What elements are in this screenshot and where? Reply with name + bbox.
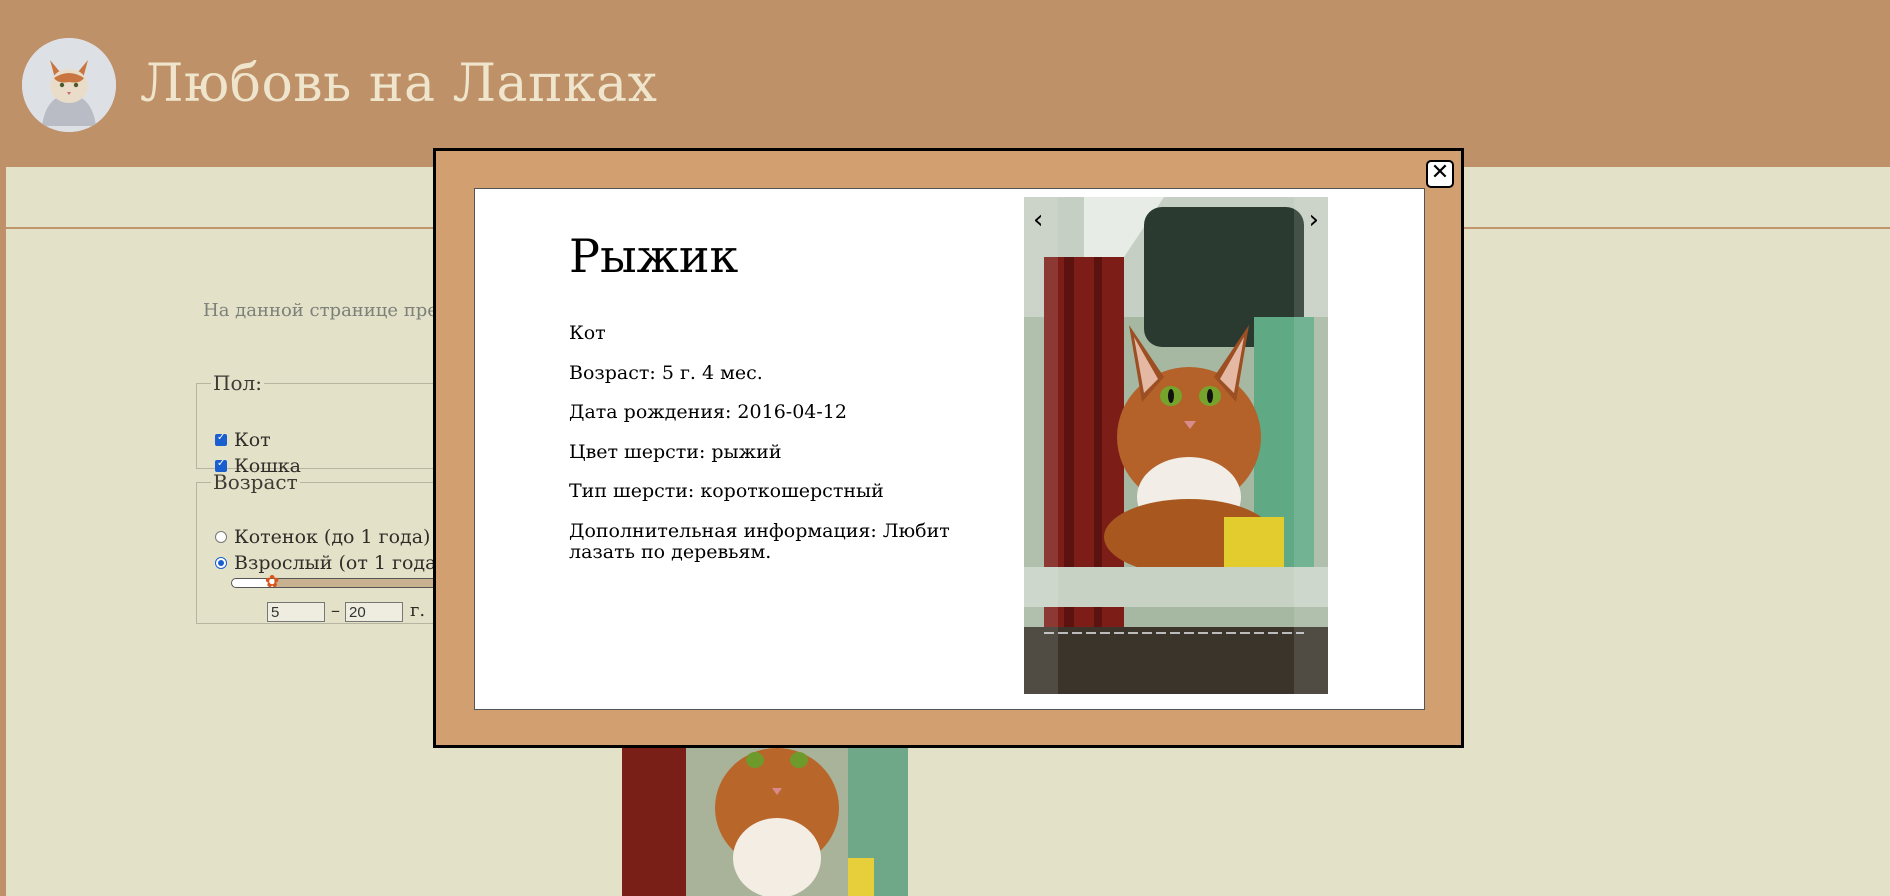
- cat-photo-carousel[interactable]: ‹ ›: [1024, 197, 1328, 694]
- site-header: Любовь на Лапках: [0, 0, 1890, 167]
- checkbox-male[interactable]: [215, 432, 227, 446]
- age-option-kitten-label: Котенок (до 1 года): [234, 526, 431, 548]
- cat-portrait-logo-icon[interactable]: [22, 38, 116, 132]
- radio-kitten[interactable]: [215, 531, 227, 543]
- paw-thumb-icon[interactable]: ✿: [265, 573, 281, 591]
- age-range-fill: [274, 579, 454, 587]
- prev-shade: [1024, 197, 1058, 694]
- age-max-input[interactable]: [345, 602, 403, 622]
- cat-extra-info: Дополнительная информация: Любит лазать …: [569, 520, 950, 563]
- cat-fur-type: Тип шерсти: короткошерстный: [569, 480, 884, 502]
- age-range-slider[interactable]: ✿: [231, 573, 454, 591]
- cat-name: Рыжик: [569, 229, 739, 283]
- next-shade: [1294, 197, 1328, 694]
- age-min-input[interactable]: [267, 602, 325, 622]
- intro-text: На данной странице предст: [203, 300, 470, 321]
- cat-fur-color: Цвет шерсти: рыжий: [569, 441, 782, 463]
- radio-adult[interactable]: [215, 557, 227, 569]
- age-filter: Возраст Котенок (до 1 года) Взрослый (от…: [196, 470, 454, 624]
- sex-filter: Пол: Кот Кошка: [196, 371, 438, 477]
- site-title: Любовь на Лапках: [140, 54, 658, 114]
- age-unit-label: г.: [410, 600, 426, 621]
- cat-age: Возраст: 5 г. 4 мес.: [569, 362, 763, 384]
- sex-option-male-label: Кот: [234, 429, 271, 451]
- cat-sex: Кот: [569, 322, 606, 344]
- cat-photo: [1024, 197, 1328, 694]
- modal-content: Рыжик Кот Возраст: 5 г. 4 мес. Дата рожд…: [474, 188, 1425, 710]
- sex-option-male[interactable]: Кот: [215, 429, 271, 451]
- cat-card-image[interactable]: [622, 748, 908, 896]
- age-option-adult[interactable]: Взрослый (от 1 года): [215, 552, 444, 574]
- age-option-adult-label: Взрослый (от 1 года): [234, 552, 444, 574]
- sex-filter-legend: Пол:: [213, 371, 262, 395]
- cat-birthdate: Дата рождения: 2016-04-12: [569, 401, 847, 423]
- left-border: [0, 167, 6, 896]
- next-photo-icon[interactable]: ›: [1309, 205, 1319, 235]
- cat-details-modal: ✕ Рыжик Кот Возраст: 5 г. 4 мес. Дата ро…: [433, 148, 1464, 748]
- age-range-dash: –: [331, 600, 340, 621]
- close-button[interactable]: ✕: [1426, 160, 1454, 188]
- prev-photo-icon[interactable]: ‹: [1033, 205, 1043, 235]
- age-filter-legend: Возраст: [213, 470, 298, 494]
- age-option-kitten[interactable]: Котенок (до 1 года): [215, 526, 430, 548]
